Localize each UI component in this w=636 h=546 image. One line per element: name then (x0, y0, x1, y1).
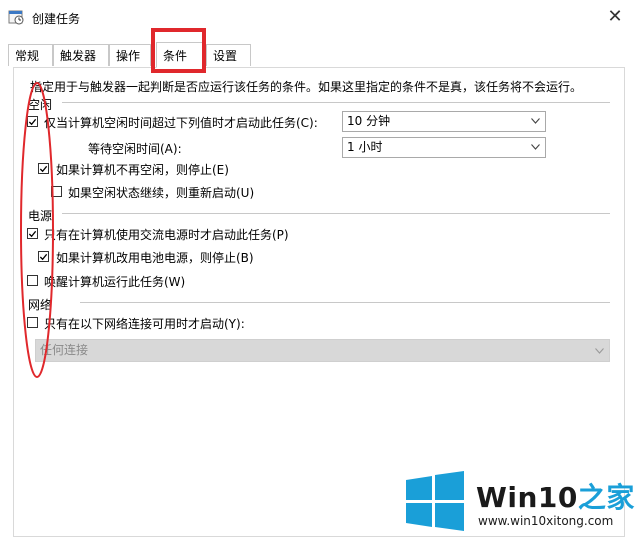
wake-to-run-label: 唤醒计算机运行此任务(W) (44, 275, 186, 289)
conditions-description: 指定用于与触发器一起判断是否应运行该任务的条件。如果这里指定的条件不是真，该任务… (30, 80, 583, 94)
wait-for-idle-select[interactable]: 1 小时 (342, 137, 546, 158)
window-title: 创建任务 (32, 12, 81, 26)
checkbox-column-highlight (20, 82, 54, 378)
watermark-brand-zh: 之家 (577, 481, 635, 514)
windows-logo-icon (406, 471, 464, 531)
start-if-idle-label: 仅当计算机空闲时间超过下列值时才启动此任务(C): (44, 116, 318, 130)
tab-triggers[interactable]: 触发器 (53, 44, 109, 66)
power-divider (62, 213, 610, 214)
ac-power-only-label: 只有在计算机使用交流电源时才启动此任务(P) (44, 228, 289, 242)
stop-on-battery-label: 如果计算机改用电池电源，则停止(B) (56, 251, 254, 265)
restart-if-idle-label: 如果空闲状态继续，则重新启动(U) (68, 186, 255, 200)
tab-settings[interactable]: 设置 (206, 44, 251, 66)
chevron-down-icon (531, 144, 540, 150)
network-only-label: 只有在以下网络连接可用时才启动(Y): (44, 317, 245, 331)
wait-for-idle-label: 等待空闲时间(A): (88, 142, 182, 156)
chevron-down-icon (531, 118, 540, 124)
close-button[interactable]: ✕ (602, 5, 628, 29)
network-divider (80, 302, 610, 303)
tab-actions[interactable]: 操作 (109, 44, 151, 66)
idle-duration-value: 10 分钟 (347, 114, 391, 128)
task-scheduler-icon (8, 10, 24, 25)
watermark-brand-latin: Win10 (476, 481, 578, 514)
network-connection-select[interactable]: 任何连接 (35, 339, 610, 362)
watermark-brand: Win10之家 (476, 476, 635, 516)
idle-duration-select[interactable]: 10 分钟 (342, 111, 546, 132)
watermark-url: www.win10xitong.com (478, 514, 614, 528)
conditions-tab-highlight (151, 28, 206, 73)
stop-if-not-idle-label: 如果计算机不再空闲，则停止(E) (56, 163, 229, 177)
close-icon: ✕ (607, 6, 623, 27)
wait-for-idle-value: 1 小时 (347, 140, 383, 154)
tab-general[interactable]: 常规 (8, 44, 53, 66)
chevron-down-icon (595, 348, 604, 354)
idle-divider (62, 102, 610, 103)
title-bar: 创建任务 ✕ (0, 0, 636, 34)
